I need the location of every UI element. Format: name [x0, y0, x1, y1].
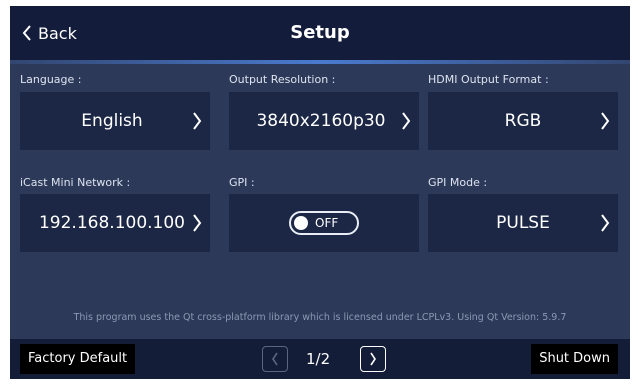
toggle-knob [294, 216, 308, 230]
chevron-left-icon [22, 25, 32, 41]
shut-down-button[interactable]: Shut Down [531, 344, 618, 374]
chevron-right-icon [370, 352, 376, 366]
output-resolution-selector[interactable]: 3840x2160p30 [229, 92, 419, 150]
chevron-left-icon [272, 352, 278, 366]
hdmi-output-format-selector[interactable]: RGB [428, 92, 618, 150]
language-selector[interactable]: English [20, 92, 210, 150]
language-label: Language : [20, 73, 82, 86]
footer-bar: Factory Default 1/2 Shut Down [10, 339, 630, 379]
chevron-right-icon [600, 213, 610, 233]
gpi-mode-value: PULSE [496, 213, 550, 233]
network-value: 192.168.100.100 [38, 213, 185, 233]
header-bar: Setup Back [10, 6, 630, 60]
prev-page-button[interactable] [262, 346, 288, 372]
back-button[interactable]: Back [22, 18, 77, 48]
chevron-right-icon [192, 213, 202, 233]
language-value: English [81, 111, 143, 131]
factory-default-button[interactable]: Factory Default [20, 344, 136, 374]
gpi-tile: OFF [229, 194, 419, 252]
network-label: iCast Mini Network : [20, 176, 131, 189]
page-title: Setup [290, 22, 350, 43]
gpi-toggle-state: OFF [315, 216, 339, 230]
gpi-label: GPI : [229, 176, 255, 189]
license-notice: This program uses the Qt cross-platform … [73, 312, 567, 323]
page-indicator: 1/2 [306, 350, 331, 368]
gpi-mode-label: GPI Mode : [428, 176, 488, 189]
gpi-mode-selector[interactable]: PULSE [428, 194, 618, 252]
chevron-right-icon [600, 111, 610, 131]
network-selector[interactable]: 192.168.100.100 [20, 194, 210, 252]
hdmi-output-format-value: RGB [504, 111, 542, 131]
chevron-right-icon [401, 111, 411, 131]
next-page-button[interactable] [360, 346, 386, 372]
gpi-toggle[interactable]: OFF [289, 211, 359, 235]
setup-screen: Setup Back Language : English Output Res… [10, 6, 630, 379]
output-resolution-value: 3840x2160p30 [256, 111, 386, 131]
header-divider [10, 60, 630, 64]
output-resolution-label: Output Resolution : [229, 73, 336, 86]
hdmi-output-format-label: HDMI Output Format : [428, 73, 549, 86]
chevron-right-icon [192, 111, 202, 131]
back-label: Back [38, 23, 77, 43]
